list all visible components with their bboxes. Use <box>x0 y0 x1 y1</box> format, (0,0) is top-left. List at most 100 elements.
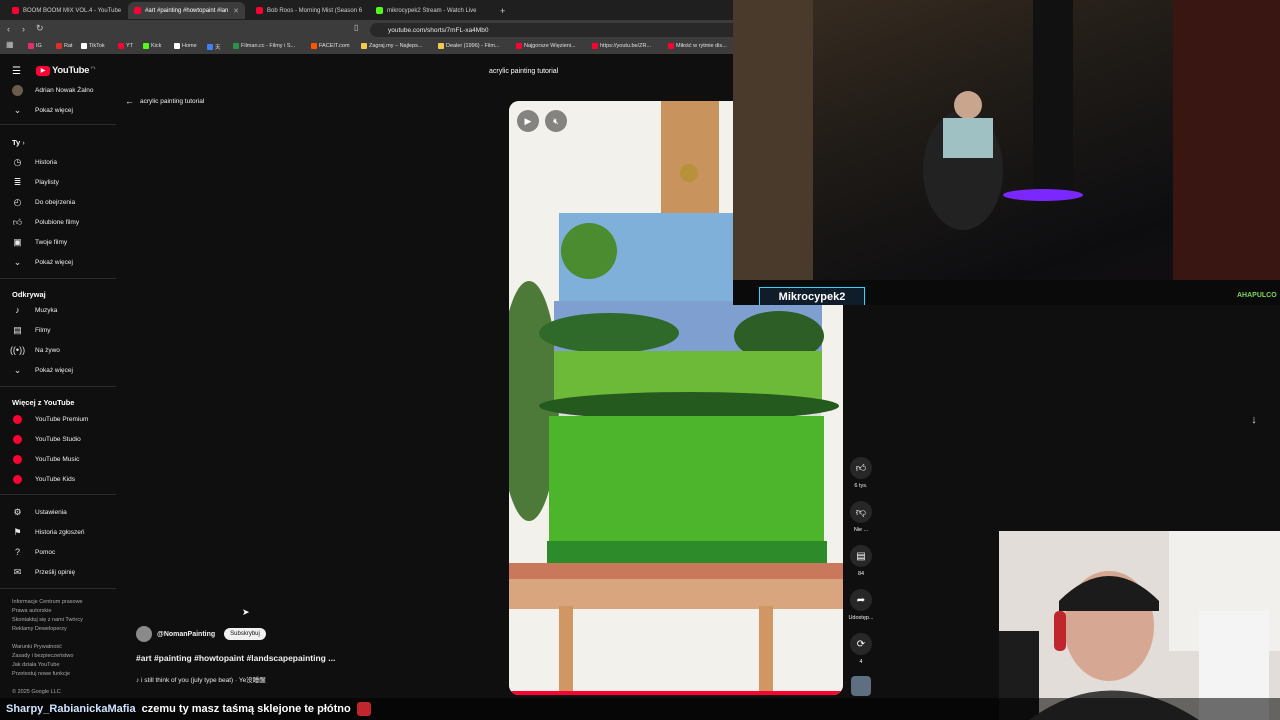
share-button[interactable]: ➦ <box>850 589 872 611</box>
browser-tab[interactable]: Bob Roos - Morning Mist (Season 6 <box>250 2 368 19</box>
room-camera-overlay: Mikrocypek2 AHAPULCO <box>733 0 1280 305</box>
sidebar-item-history[interactable]: ◷ Historia <box>12 154 57 170</box>
bookmark-item[interactable]: Zagraj.my – Najleps... <box>361 43 423 49</box>
bookmark-item[interactable]: Najgorsze Więzieni... <box>516 43 576 49</box>
apps-grid-icon[interactable]: ▦ <box>6 40 14 49</box>
bookmark-favicon <box>207 44 213 50</box>
channel-avatar[interactable] <box>136 626 152 642</box>
sidebar-item-report-history[interactable]: ⚑ Historia zgłoszeń <box>12 524 84 540</box>
footer-link[interactable]: Warunki Prywatność <box>12 643 62 652</box>
divider <box>0 494 116 495</box>
sidebar-item-liked[interactable]: 👍︎ Polubione filmy <box>12 214 79 230</box>
forward-arrow-icon[interactable]: › <box>22 24 25 34</box>
bookmark-item[interactable]: Miłość w rytmie dis... <box>668 43 727 49</box>
sidebar-item-help[interactable]: ? Pomoc <box>12 544 55 560</box>
footer-link[interactable]: © 2025 Google LLC <box>12 688 61 697</box>
thumbs-down-icon: 👎︎ <box>855 507 867 518</box>
music-note-icon: ♪ <box>15 305 20 315</box>
sidebar-item-feedback[interactable]: ✉ Prześlij opinię <box>12 564 75 580</box>
footer-link[interactable]: Jak działa YouTube <box>12 661 60 670</box>
footer-link[interactable]: Przetestuj nowe funkcje <box>12 670 70 679</box>
sidebar-show-more[interactable]: ⌄ Pokaż więcej <box>12 102 73 118</box>
bookmark-item[interactable]: Filman.cc - Filmy i S... <box>233 43 295 49</box>
divider <box>0 386 116 387</box>
next-video-arrow-icon[interactable]: ↓ <box>1244 410 1264 430</box>
channel-name[interactable]: @NomanPainting <box>157 631 215 638</box>
bookmark-item[interactable]: Rat <box>56 43 73 49</box>
footer-link[interactable]: Prawa autorskie <box>12 607 51 616</box>
video-title[interactable]: #art #painting #howtopaint #landscapepai… <box>136 653 335 663</box>
play-icon[interactable]: ▶ <box>517 110 539 132</box>
new-tab-icon[interactable]: + <box>494 2 508 19</box>
film-icon: ▤ <box>13 324 22 335</box>
sidebar-item-premium[interactable]: YouTube Premium <box>12 411 88 427</box>
music-info[interactable]: ♪ i still think of you (july type beat) … <box>136 674 266 684</box>
bookmark-item[interactable]: Home <box>174 43 197 49</box>
thumbs-up-icon: 👍︎ <box>855 463 867 474</box>
section-explore-heading: Odkrywaj <box>12 290 46 299</box>
comments-button[interactable]: ▤ <box>850 545 872 567</box>
webcam-image <box>999 531 1280 720</box>
back-to-search-button[interactable]: ← acrylic painting tutorial <box>125 96 204 106</box>
sidebar-show-more[interactable]: ⌄ Pokaż więcej <box>12 362 73 378</box>
sidebar-item-studio[interactable]: YouTube Studio <box>12 431 81 447</box>
subscribe-button[interactable]: Subskrybuj <box>224 628 266 640</box>
sound-thumbnail[interactable] <box>851 676 871 696</box>
bookmark-item[interactable]: FACEIT.com <box>311 43 350 49</box>
url-field[interactable]: youtube.com/shorts/7mFL-xa4Mb0 <box>370 23 740 37</box>
bookmark-item[interactable]: Kick <box>143 43 161 49</box>
sidebar-item-music-app[interactable]: YouTube Music <box>12 451 79 467</box>
flag-icon: ⚑ <box>13 526 22 537</box>
footer-link[interactable]: Informacje Centrum prasowe <box>12 598 83 607</box>
browser-tab[interactable]: BOOM BOOM MIX VOL.4 - YouTube <box>6 2 124 19</box>
sidebar-item-movies[interactable]: ▤ Filmy <box>12 322 50 338</box>
browser-tab[interactable]: mikrocypek2 Stream - Watch Live <box>370 2 488 19</box>
share-icon: ➦ <box>856 594 866 606</box>
divider <box>0 588 116 589</box>
back-arrow-icon[interactable]: ‹ <box>7 24 10 34</box>
reload-icon[interactable]: ↻ <box>36 23 44 34</box>
sidebar: Adrian Nowak Żalno ⌄ Pokaż więcej Ty › ◷ H… <box>0 58 118 698</box>
corner-logo: AHAPULCO <box>1237 292 1277 299</box>
bookmark-icon[interactable]: ▯ <box>354 23 358 32</box>
bookmark-item[interactable]: https://youtu.be/ZR... <box>592 43 651 49</box>
sidebar-item-your-videos[interactable]: ▣ Twoje filmy <box>12 234 67 250</box>
chevron-down-icon: ⌄ <box>13 104 22 115</box>
bookmark-item[interactable]: TikTok <box>81 43 105 49</box>
sidebar-item-music[interactable]: ♪ Muzyka <box>12 302 57 318</box>
mute-icon[interactable]: 🔇︎ <box>545 110 567 132</box>
gear-icon: ⚙ <box>13 506 22 517</box>
bookmark-item[interactable]: Dealer (1996) - Film... <box>438 43 500 49</box>
youtube-studio-icon <box>12 434 23 445</box>
bookmark-item[interactable]: 天 <box>207 43 221 51</box>
bookmark-favicon <box>361 43 367 49</box>
comment-icon: ▤ <box>856 550 866 562</box>
sidebar-item-settings[interactable]: ⚙ Ustawienia <box>12 504 66 520</box>
sidebar-item-live[interactable]: ((•)) Na żywo <box>10 342 60 358</box>
sidebar-account[interactable]: Adrian Nowak Żalno <box>12 82 94 98</box>
bookmark-item[interactable]: IG <box>28 43 42 49</box>
footer-link[interactable]: Reklamy Deweloperzy <box>12 625 67 634</box>
bookmark-item[interactable]: YT <box>118 43 133 49</box>
sidebar-item-kids[interactable]: YouTube Kids <box>12 471 75 487</box>
youtube-favicon <box>134 7 141 14</box>
feedback-icon: ✉ <box>13 566 22 577</box>
footer-link[interactable]: Zasady i bezpieczeństwo <box>12 652 73 661</box>
section-you-heading[interactable]: Ty › <box>12 138 25 147</box>
close-tab-icon[interactable]: ✕ <box>233 7 239 15</box>
bookmark-favicon <box>174 43 180 49</box>
sidebar-item-playlists[interactable]: ≣ Playlisty <box>12 174 59 190</box>
like-button[interactable]: 👍︎ <box>850 457 872 479</box>
remix-button[interactable]: ⟳ <box>850 633 872 655</box>
browser-tab-active[interactable]: #art #painting #howtopaint #lan ✕ <box>128 2 245 19</box>
playlist-icon: ≣ <box>13 176 22 187</box>
youtube-premium-icon <box>12 414 23 425</box>
search-input[interactable]: acrylic painting tutorial <box>480 63 740 79</box>
dislike-button[interactable]: 👎︎ <box>850 501 872 523</box>
bookmark-favicon <box>118 43 124 49</box>
sidebar-item-watch-later[interactable]: ◴ Do obejrzenia <box>12 194 76 210</box>
divider <box>0 278 116 279</box>
footer-link[interactable]: Skontaktuj się z nami Twórcy <box>12 616 83 625</box>
clock-icon: ◴ <box>13 196 22 207</box>
sidebar-show-more[interactable]: ⌄ Pokaż więcej <box>12 254 73 270</box>
